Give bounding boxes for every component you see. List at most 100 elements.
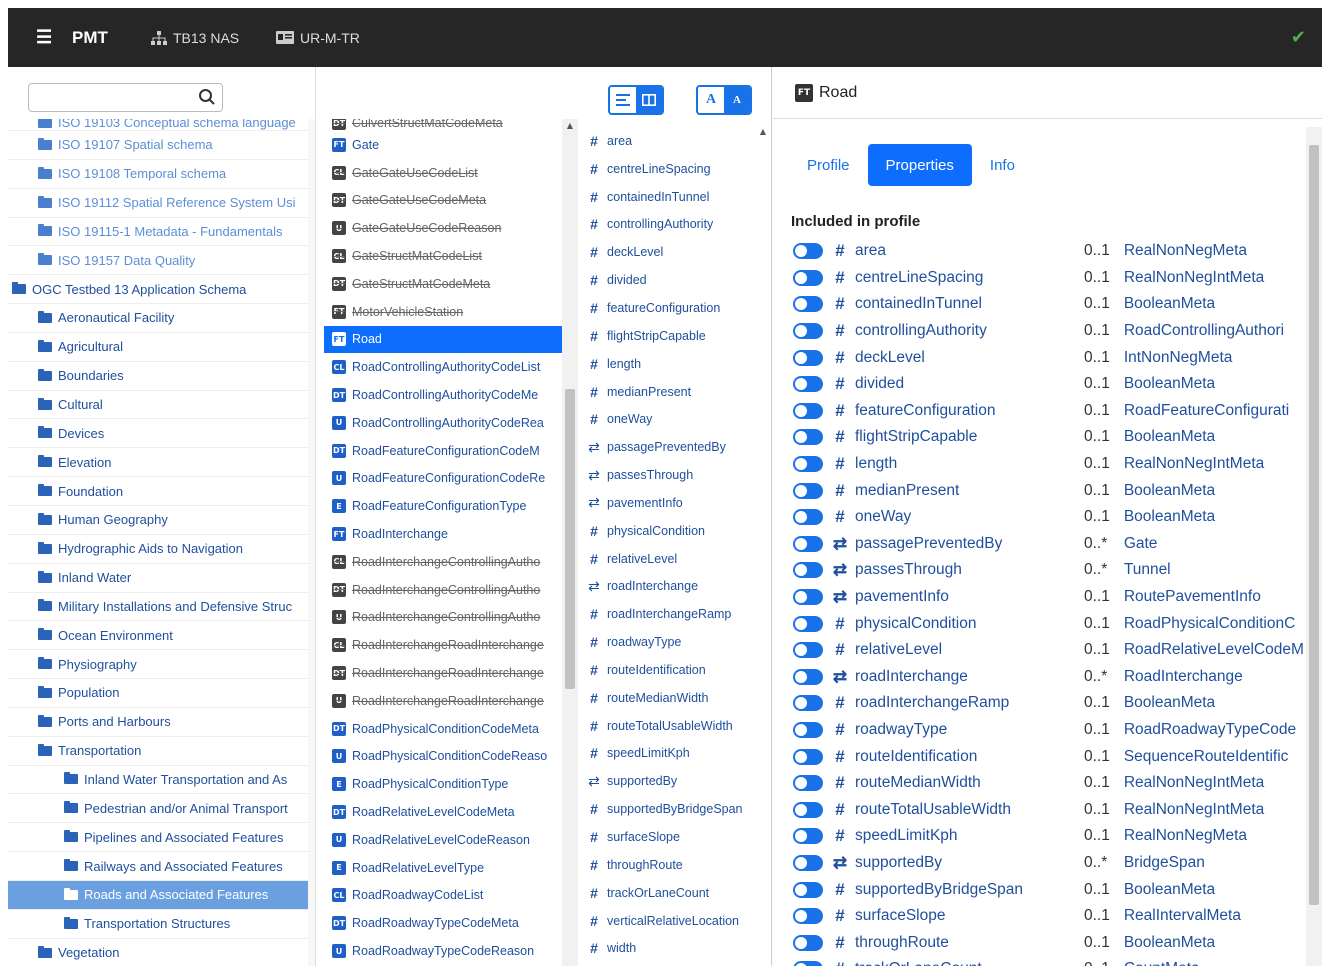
tree-item[interactable]: ISO 19108 Temporal schema	[8, 160, 308, 189]
class-item[interactable]: U RoadRelativeLevelCodeReason	[324, 826, 562, 854]
class-item[interactable]: U RoadPhysicalConditionCodeReaso	[324, 743, 562, 771]
class-item[interactable]: DT RoadInterchangeRoadInterchange	[324, 659, 562, 687]
include-toggle[interactable]	[793, 509, 823, 526]
include-toggle[interactable]	[793, 376, 823, 393]
property-name[interactable]: routeMedianWidth	[855, 774, 1084, 792]
property-name[interactable]: physicalCondition	[855, 615, 1084, 633]
property-name[interactable]: supportedBy	[855, 854, 1084, 872]
include-toggle[interactable]	[793, 535, 823, 552]
class-item[interactable]: U RoadFeatureConfigurationCodeRe	[324, 465, 562, 493]
include-toggle[interactable]	[793, 828, 823, 845]
class-item[interactable]: E RoadPhysicalConditionType	[324, 770, 562, 798]
tree-item[interactable]: Boundaries	[8, 362, 308, 391]
property-item[interactable]: # featureConfiguration	[580, 294, 771, 322]
tree-item[interactable]: Elevation	[8, 448, 308, 478]
property-name[interactable]: length	[855, 455, 1084, 473]
property-name[interactable]: routeTotalUsableWidth	[855, 801, 1084, 819]
hamburger-icon[interactable]: ☰	[36, 8, 52, 67]
property-item[interactable]: # physicalCondition	[580, 517, 771, 545]
tree-item[interactable]: Population	[8, 679, 308, 708]
class-item[interactable]: E RoadFeatureConfigurationType	[324, 492, 562, 520]
tree-item[interactable]: Physiography	[8, 650, 308, 680]
class-item[interactable]: U RoadRoadwayTypeCodeReason	[324, 937, 562, 965]
class-item[interactable]: DT RoadControllingAuthorityCodeMe	[324, 381, 562, 409]
property-type[interactable]: RoadRelativeLevelCodeM	[1124, 641, 1303, 659]
property-item[interactable]: # trackOrLaneCount	[580, 879, 771, 907]
property-type[interactable]: BooleanMeta	[1124, 295, 1303, 313]
property-name[interactable]: passagePreventedBy	[855, 535, 1084, 553]
include-toggle[interactable]	[793, 402, 823, 419]
property-item[interactable]: # centreLineSpacing	[580, 155, 771, 183]
class-item[interactable]: CL RoadInterchangeRoadInterchange	[324, 631, 562, 659]
include-toggle[interactable]	[793, 908, 823, 925]
tab-info[interactable]: Info	[972, 144, 1033, 186]
property-name[interactable]: roadwayType	[855, 721, 1084, 739]
include-toggle[interactable]	[793, 642, 823, 659]
property-type[interactable]: RealNonNegIntMeta	[1124, 269, 1303, 287]
property-item[interactable]: # oneWay	[580, 405, 771, 433]
include-toggle[interactable]	[793, 323, 823, 340]
include-toggle[interactable]	[793, 801, 823, 818]
property-type[interactable]: RoadInterchange	[1124, 668, 1303, 686]
property-item[interactable]: # speedLimitKph	[580, 740, 771, 768]
tree-item[interactable]: ISO 19112 Spatial Reference System Usi	[8, 189, 308, 218]
include-toggle[interactable]	[793, 668, 823, 685]
property-name[interactable]: area	[855, 242, 1084, 260]
tree-item[interactable]: Transportation Structures	[8, 910, 308, 939]
tree-item[interactable]: Vegetation	[8, 939, 308, 966]
class-item[interactable]: DT RoadInterchangeControllingAutho	[324, 576, 562, 604]
include-toggle[interactable]	[793, 296, 823, 313]
profile-selector[interactable]: UR-M-TR	[276, 8, 360, 67]
property-type[interactable]: RealNonNegIntMeta	[1124, 455, 1303, 473]
class-item[interactable]: DT RoadPhysicalConditionCodeMeta	[324, 715, 562, 743]
property-item[interactable]: # relativeLevel	[580, 545, 771, 573]
class-item[interactable]: FT Road	[324, 325, 562, 354]
tree-item[interactable]: Inland Water	[8, 564, 308, 593]
include-toggle[interactable]	[793, 934, 823, 951]
property-item[interactable]: # containedInTunnel	[580, 183, 771, 211]
property-item[interactable]: # divided	[580, 266, 771, 294]
property-name[interactable]: trackOrLaneCount	[855, 960, 1084, 966]
class-item[interactable]: DT CulvertStructMatCodeMeta	[324, 119, 562, 131]
property-name[interactable]: relativeLevel	[855, 641, 1084, 659]
property-item[interactable]: # medianPresent	[580, 378, 771, 406]
include-toggle[interactable]	[793, 562, 823, 579]
tree-item[interactable]: Ports and Harbours	[8, 708, 308, 737]
class-item[interactable]: DT GateStructMatCodeMeta	[324, 270, 562, 298]
tree-item[interactable]: Devices	[8, 419, 308, 449]
property-type[interactable]: RealNonNegIntMeta	[1124, 801, 1303, 819]
property-type[interactable]: IntNonNegMeta	[1124, 349, 1303, 367]
property-name[interactable]: throughRoute	[855, 934, 1084, 952]
include-toggle[interactable]	[793, 961, 823, 966]
tree-item[interactable]: Human Geography	[8, 506, 308, 535]
property-item[interactable]: # deckLevel	[580, 238, 771, 266]
property-type[interactable]: BooleanMeta	[1124, 934, 1303, 952]
scroll-thumb[interactable]	[565, 389, 575, 689]
tree-item[interactable]: Aeronautical Facility	[8, 304, 308, 333]
property-item[interactable]: # controllingAuthority	[580, 211, 771, 239]
property-type[interactable]: RealNonNegMeta	[1124, 827, 1303, 845]
property-type[interactable]: BooleanMeta	[1124, 881, 1303, 899]
tree-item[interactable]: ISO 19107 Spatial schema	[8, 131, 308, 160]
include-toggle[interactable]	[793, 881, 823, 898]
class-item[interactable]: CL RoadInterchangeControllingAutho	[324, 548, 562, 576]
property-item[interactable]: # routeMedianWidth	[580, 684, 771, 712]
include-toggle[interactable]	[793, 854, 823, 871]
class-item[interactable]: FT RoadInterchange	[324, 520, 562, 548]
property-item[interactable]: # flightStripCapable	[580, 322, 771, 350]
property-name[interactable]: speedLimitKph	[855, 827, 1084, 845]
scroll-up-icon[interactable]: ▲	[565, 121, 575, 131]
property-name[interactable]: routeIdentification	[855, 748, 1084, 766]
tree-item[interactable]: ISO 19103 Conceptual schema language	[8, 119, 308, 131]
property-name[interactable]: medianPresent	[855, 482, 1084, 500]
property-item[interactable]: # supportedByBridgeSpan	[580, 795, 771, 823]
include-toggle[interactable]	[793, 748, 823, 765]
class-item[interactable]: CL GateStructMatCodeList	[324, 242, 562, 270]
class-item[interactable]: FT MotorVehicleStation	[324, 298, 562, 326]
property-item[interactable]: # surfaceSlope	[580, 823, 771, 851]
detail-scrollbar[interactable]	[1306, 127, 1322, 966]
property-type[interactable]: RealNonNegIntMeta	[1124, 774, 1303, 792]
property-name[interactable]: roadInterchangeRamp	[855, 694, 1084, 712]
model-selector[interactable]: TB13 NAS	[151, 8, 239, 67]
scroll-thumb[interactable]	[1309, 145, 1319, 905]
